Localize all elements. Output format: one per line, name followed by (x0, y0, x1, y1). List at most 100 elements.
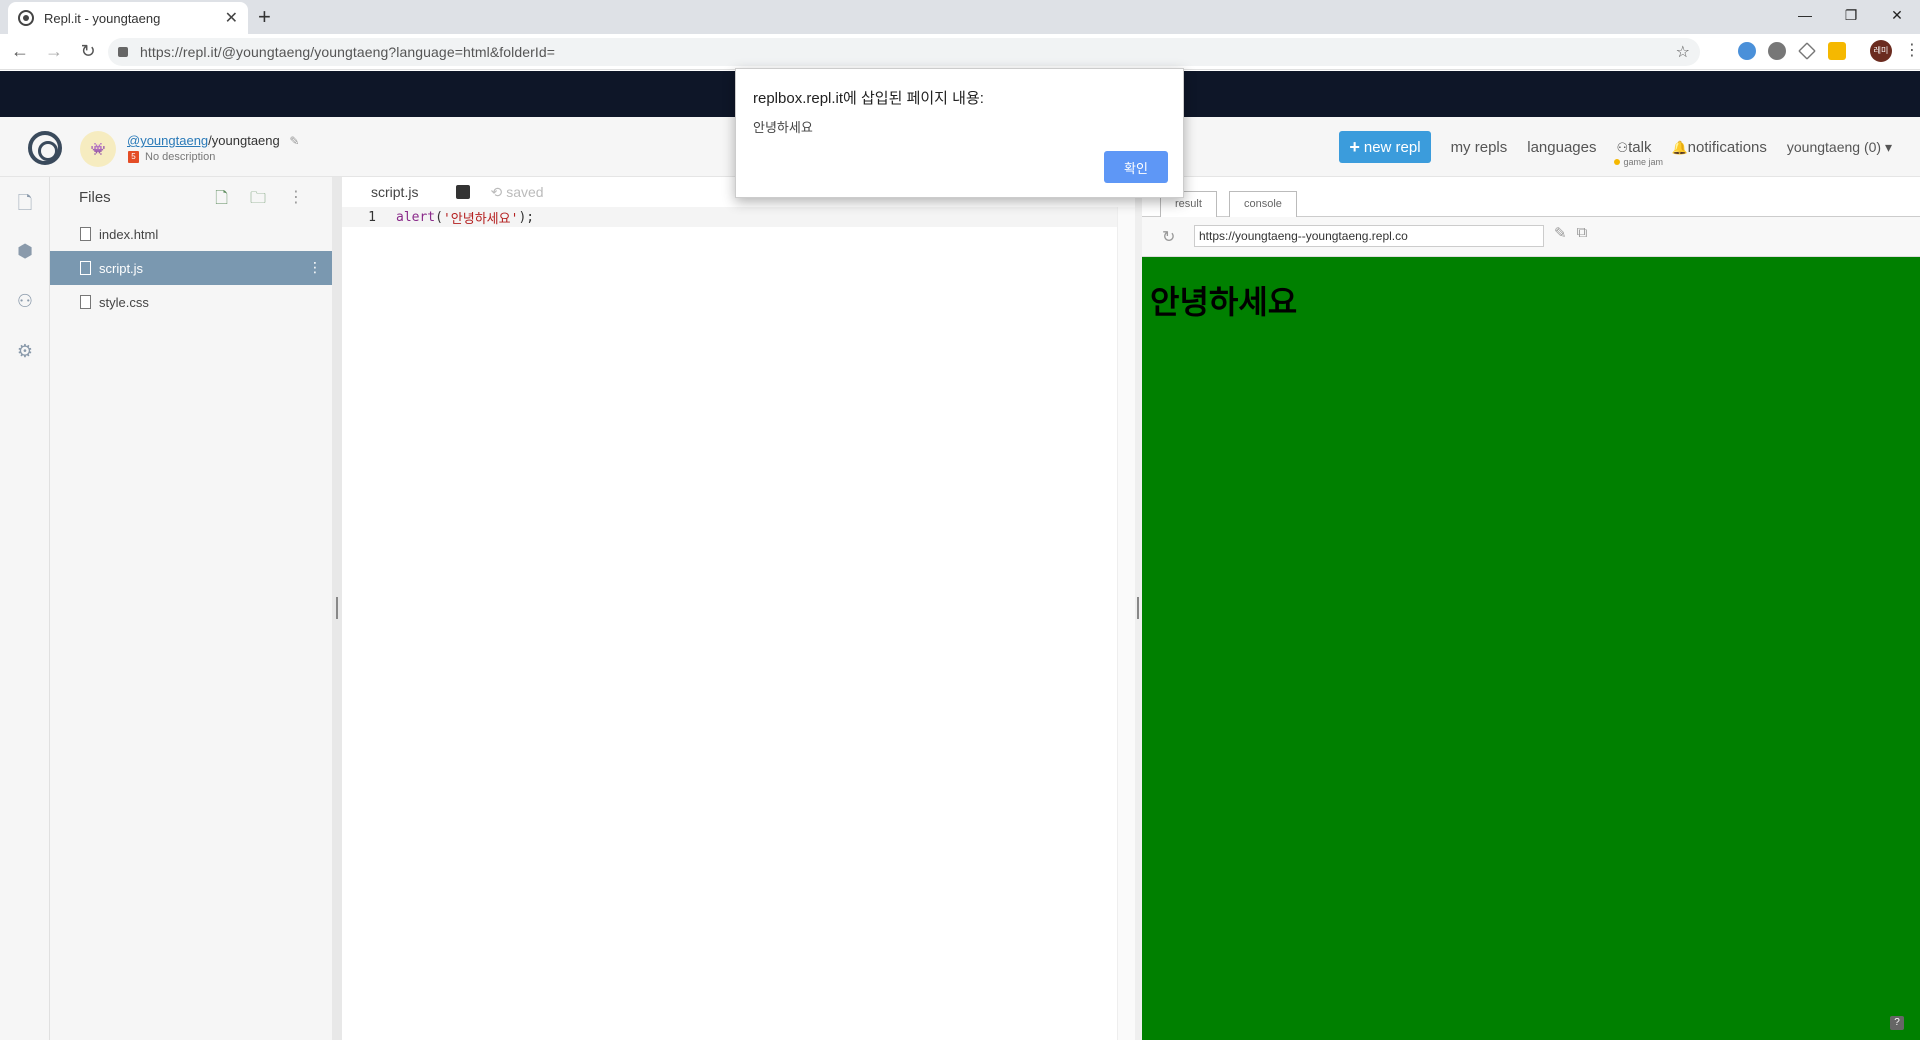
people-icon: ⚇ (1616, 139, 1629, 155)
browser-toolbar: ← → ↻ https://repl.it/@youngtaeng/youngt… (0, 34, 1920, 70)
multiplayer-icon[interactable]: ⚇ (15, 291, 35, 311)
packages-icon[interactable]: ⬢ (15, 241, 35, 261)
html5-icon: 5 (128, 151, 139, 163)
forward-arrow-icon[interactable]: → (40, 41, 68, 62)
file-name: style.css (99, 294, 149, 310)
tab-console[interactable]: console (1229, 191, 1297, 217)
talk-sublabel: game jam (1614, 157, 1663, 167)
editor-output-splitter[interactable] (1135, 177, 1142, 1040)
url-tools: ✎ ⧉ (1554, 224, 1587, 242)
preview-frame: 안녕하세요 ? (1142, 257, 1920, 1040)
preview-url-bar: ↻ ✎ ⧉ (1142, 217, 1920, 257)
repl-name[interactable]: youngtaeng (212, 133, 280, 148)
game-jam-label: game jam (1623, 156, 1663, 167)
close-window-button[interactable]: ✕ (1874, 0, 1920, 30)
window-controls: — ❐ ✕ (1782, 0, 1920, 30)
preview-heading: 안녕하세요 (1150, 283, 1298, 321)
file-item-script-js[interactable]: script.js ⋮ (50, 251, 332, 285)
user-avatar[interactable]: 👾 (80, 131, 116, 167)
line-number: 1 (368, 209, 376, 225)
file-item-index-html[interactable]: index.html (50, 217, 332, 251)
bookmark-star-icon[interactable]: ☆ (1676, 42, 1690, 62)
nav-my-repls[interactable]: my repls (1451, 139, 1508, 156)
save-status: ⟲ saved (490, 184, 543, 201)
browser-tab[interactable]: Repl.it - youngtaeng ✕ (8, 2, 248, 34)
address-url[interactable]: https://repl.it/@youngtaeng/youngtaeng?l… (140, 44, 1676, 60)
user-menu[interactable]: youngtaeng (0) ▾ (1787, 139, 1892, 156)
browser-menu-icon[interactable]: ⋮ (1904, 42, 1920, 60)
restore-button[interactable]: ❐ (1828, 0, 1874, 30)
replit-logo-icon[interactable] (28, 131, 62, 165)
splitter-grip[interactable] (1137, 597, 1139, 619)
nav-talk[interactable]: ⚇talk game jam (1614, 139, 1663, 167)
document-icon[interactable] (456, 185, 471, 199)
files-panel: Files 🗋 🗀 ⋮ index.html script.js ⋮ style… (50, 177, 332, 1040)
back-arrow-icon[interactable]: ← (6, 41, 34, 62)
repl-description: 5 No description (128, 151, 215, 163)
add-file-icon[interactable]: 🗋 (215, 187, 228, 214)
repl-owner-link[interactable]: @youngtaeng (127, 133, 208, 148)
extension-gear-icon[interactable] (1768, 42, 1786, 60)
file-icon (80, 295, 91, 309)
add-folder-icon[interactable]: 🗀 (250, 187, 266, 214)
description-text[interactable]: No description (145, 151, 215, 163)
bell-icon: 🔔 (1671, 139, 1688, 155)
edit-pencil-icon[interactable]: ✎ (289, 134, 299, 148)
reload-icon[interactable]: ↻ (74, 41, 102, 62)
file-item-style-css[interactable]: style.css (50, 285, 332, 319)
files-title: Files (79, 188, 111, 206)
icon-rail: 🗋 ⬢ ⚇ ⚙ (0, 177, 50, 1040)
edit-url-icon[interactable]: ✎ (1554, 224, 1567, 242)
splitter-grip[interactable] (336, 597, 338, 619)
alert-ok-button[interactable]: 확인 (1104, 151, 1168, 183)
files-header: Files 🗋 🗀 ⋮ (50, 177, 332, 217)
code-function: alert (396, 209, 436, 225)
file-icon (80, 261, 91, 275)
status-dot (1614, 158, 1621, 165)
settings-gear-icon[interactable]: ⚙ (15, 341, 35, 361)
nav-languages[interactable]: languages (1527, 139, 1596, 156)
preview-url-input[interactable] (1194, 225, 1544, 247)
output-pane: result console ↻ ✎ ⧉ 안녕하세요 ? (1142, 177, 1920, 1040)
nav-notifications[interactable]: 🔔notifications (1671, 139, 1766, 156)
output-tabs: result console (1142, 185, 1920, 218)
close-tab-icon[interactable]: ✕ (225, 8, 238, 28)
code-line[interactable]: 1 alert('안녕하세요'); (342, 207, 1117, 227)
extension-yellow-icon[interactable] (1828, 42, 1846, 60)
tab-title: Repl.it - youngtaeng (44, 10, 161, 26)
user-menu-label: youngtaeng (0) (1786, 138, 1882, 155)
plus-icon: + (1349, 136, 1360, 157)
extension-globe-icon[interactable] (1738, 42, 1756, 60)
file-menu-icon[interactable]: ⋮ (308, 259, 322, 276)
nav-notifications-label: notifications (1687, 138, 1767, 156)
open-external-icon[interactable]: ⧉ (1577, 224, 1588, 242)
address-bar[interactable]: https://repl.it/@youngtaeng/youngtaeng?l… (108, 38, 1700, 66)
file-name: index.html (99, 226, 159, 242)
alert-message: 안녕하세요 (753, 120, 813, 135)
new-repl-button[interactable]: + new repl (1339, 131, 1431, 163)
refresh-icon[interactable]: ↻ (1162, 227, 1175, 247)
minimize-button[interactable]: — (1782, 0, 1828, 30)
files-actions: 🗋 🗀 ⋮ (215, 187, 304, 214)
new-repl-label: new repl (1363, 138, 1421, 156)
alert-title: replbox.repl.it에 삽입된 페이지 내용: (753, 90, 984, 107)
help-icon[interactable]: ? (1890, 1016, 1904, 1030)
caret-down-icon: ▾ (1884, 138, 1892, 155)
extension-vue-icon[interactable] (1798, 42, 1816, 60)
profile-avatar[interactable]: 레미 (1870, 40, 1892, 62)
code-editor: script.js ⟲ saved 1 alert('안녕하세요'); (342, 177, 1135, 1040)
editor-tab-script-js[interactable]: script.js (342, 184, 418, 200)
history-icon: ⟲ (490, 183, 503, 200)
files-icon[interactable]: 🗋 (15, 191, 35, 213)
browser-tabstrip: Repl.it - youngtaeng ✕ + — ❐ ✕ (0, 0, 1920, 34)
files-editor-splitter[interactable] (332, 177, 342, 1040)
repl-path: @youngtaeng/youngtaeng ✎ (127, 133, 299, 148)
code-paren-close: ); (518, 209, 535, 225)
replit-favicon-icon (18, 10, 34, 26)
save-status-label: saved (506, 184, 544, 200)
more-options-icon[interactable]: ⋮ (288, 187, 304, 214)
alert-dialog: replbox.repl.it에 삽입된 페이지 내용: 안녕하세요 확인 (735, 68, 1184, 198)
new-tab-button[interactable]: + (258, 4, 271, 30)
code-area[interactable]: 1 alert('안녕하세요'); (342, 207, 1117, 1040)
editor-scrollbar[interactable] (1117, 207, 1135, 1040)
